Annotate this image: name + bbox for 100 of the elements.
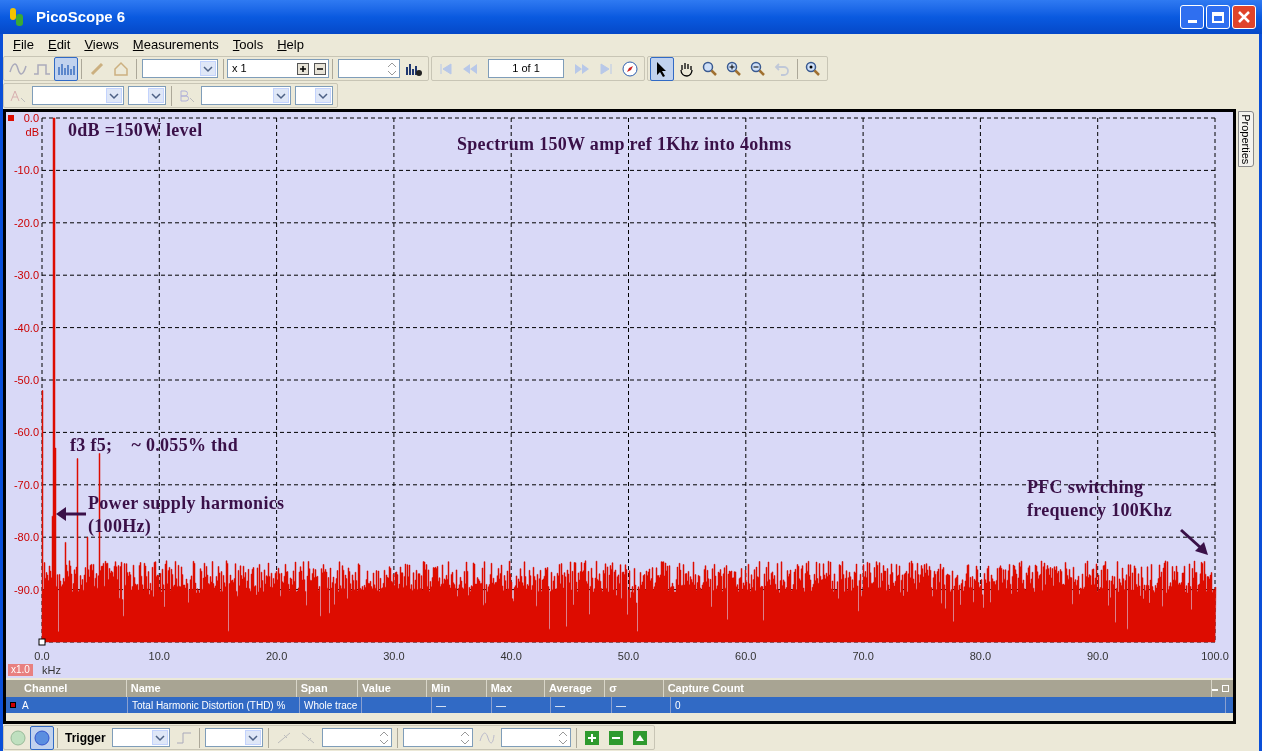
window-title: PicoScope 6 <box>36 6 126 27</box>
plus-icon <box>584 730 599 745</box>
table-cell-text: — <box>496 698 506 713</box>
minimize-icon <box>1187 20 1197 23</box>
table-cell-text: — <box>616 698 626 713</box>
table-cell-text: Total Harmonic Distortion (THD) % <box>132 698 286 713</box>
spin-field[interactable] <box>321 728 392 747</box>
origin-marker <box>38 638 46 646</box>
table-cell-text: Whole trace <box>304 698 358 713</box>
menu-item[interactable]: Measurements <box>126 34 225 55</box>
annotation-text: PFC switching frequency 100Khz <box>1027 476 1172 522</box>
measurement-row[interactable]: A Total Harmonic Distortion (THD) % Whole trace — — — — 0 <box>6 697 1233 713</box>
table-cell-text: A <box>22 698 29 713</box>
dropdown[interactable] <box>142 59 218 78</box>
arrow <box>56 507 86 521</box>
stop-button[interactable] <box>30 725 54 750</box>
minus-icon <box>314 62 326 75</box>
channel-marker <box>8 115 14 121</box>
x-unit-label: kHz <box>42 664 61 676</box>
zoom-out-icon <box>750 60 766 77</box>
page-field[interactable]: 1 of 1 <box>488 59 564 78</box>
dropdown[interactable] <box>128 86 166 105</box>
y-axis-label: -30.0 <box>13 269 39 282</box>
probe-icon <box>89 60 105 77</box>
x-axis-label: 70.0 <box>852 650 874 662</box>
dropdown[interactable] <box>295 86 333 105</box>
x-axis-label: 50.0 <box>617 650 640 662</box>
rising-edge-icon <box>276 730 291 745</box>
y-axis-label: 0.0 <box>23 112 39 124</box>
hand-icon <box>678 60 694 77</box>
spin-field[interactable] <box>402 728 473 747</box>
zoom-factor-field[interactable]: x 1 <box>227 59 329 78</box>
dropdown[interactable] <box>201 86 291 105</box>
close-icon <box>1238 11 1250 23</box>
table-cell-text: — <box>555 698 565 713</box>
run-icon <box>10 729 26 746</box>
x-axis-label: 0.0 <box>34 650 50 662</box>
menu-item[interactable]: Views <box>78 34 125 55</box>
edge-icon <box>175 730 192 745</box>
y-axis-label: -10.0 <box>13 164 39 177</box>
restore-icon <box>1222 685 1229 692</box>
x-axis-label: 10.0 <box>148 650 170 662</box>
zoom-in-icon <box>726 60 742 77</box>
fast-forward-icon <box>574 61 590 76</box>
rewind-icon <box>462 61 478 76</box>
compass-icon <box>622 60 638 77</box>
magnifier-icon <box>702 60 718 77</box>
annotation-text: 0dB =150W level <box>68 119 203 142</box>
menu-item[interactable]: File <box>7 34 40 55</box>
maximize-icon <box>1212 11 1224 23</box>
x-axis-label: 100.0 <box>1201 650 1229 662</box>
trigger-label: Trigger <box>64 729 107 747</box>
pulse-icon <box>33 61 51 76</box>
minus-icon <box>608 730 623 745</box>
spinner-arrows-icon <box>385 60 399 77</box>
select-tool-button[interactable] <box>650 56 674 81</box>
y-axis-label: -20.0 <box>13 216 39 229</box>
table-cell-text: — <box>436 698 446 713</box>
menu-item[interactable]: Edit <box>41 34 77 55</box>
menu-item[interactable]: Tools <box>226 34 270 55</box>
table-cell-text: 0 <box>675 698 681 713</box>
skip-end-icon <box>599 61 613 76</box>
arrow <box>1180 528 1208 555</box>
close-button[interactable] <box>1232 5 1256 29</box>
dropdown[interactable] <box>204 728 263 747</box>
dropdown[interactable] <box>32 86 124 105</box>
wave-icon <box>9 61 27 76</box>
plus-icon <box>297 62 309 75</box>
spin-field[interactable] <box>500 728 571 747</box>
y-axis-label: -50.0 <box>13 374 39 386</box>
zoom-increase-button[interactable] <box>295 60 311 77</box>
x-axis-label: 20.0 <box>265 650 288 662</box>
y-axis-label: -60.0 <box>13 426 39 439</box>
y-axis-label: -90.0 <box>13 583 39 596</box>
zoom-decrease-button[interactable] <box>312 60 328 77</box>
x-axis-label: 60.0 <box>735 650 757 662</box>
y-axis-label: -40.0 <box>13 321 39 334</box>
y-unit-label: dB <box>25 126 39 138</box>
x-axis-label: 30.0 <box>383 650 405 662</box>
stop-icon <box>34 729 50 746</box>
properties-tab[interactable]: Properties <box>1238 111 1254 167</box>
spin-field[interactable] <box>338 59 400 78</box>
annotation-text: Spectrum 150W amp ref 1Khz into 4ohms <box>457 133 792 156</box>
dropdown[interactable] <box>111 728 170 747</box>
maximize-button[interactable] <box>1206 5 1230 29</box>
wave-icon <box>478 730 495 745</box>
magnifier-icon <box>805 60 821 77</box>
house-icon <box>113 60 129 77</box>
minimize-button[interactable] <box>1180 5 1204 29</box>
x-axis-label: 80.0 <box>969 650 992 662</box>
spectrum-mode-button[interactable] <box>54 56 78 81</box>
falling-edge-icon <box>300 730 315 745</box>
pointer-icon <box>655 60 669 77</box>
x-axis-label: 90.0 <box>1087 650 1109 662</box>
channel-a-icon <box>10 88 26 103</box>
channel-b-icon <box>179 88 195 103</box>
menu-item[interactable]: Help <box>271 34 310 55</box>
y-axis-label: -80.0 <box>13 531 39 544</box>
y-axis-label: -70.0 <box>13 478 39 491</box>
bar-graph-icon <box>57 61 75 76</box>
